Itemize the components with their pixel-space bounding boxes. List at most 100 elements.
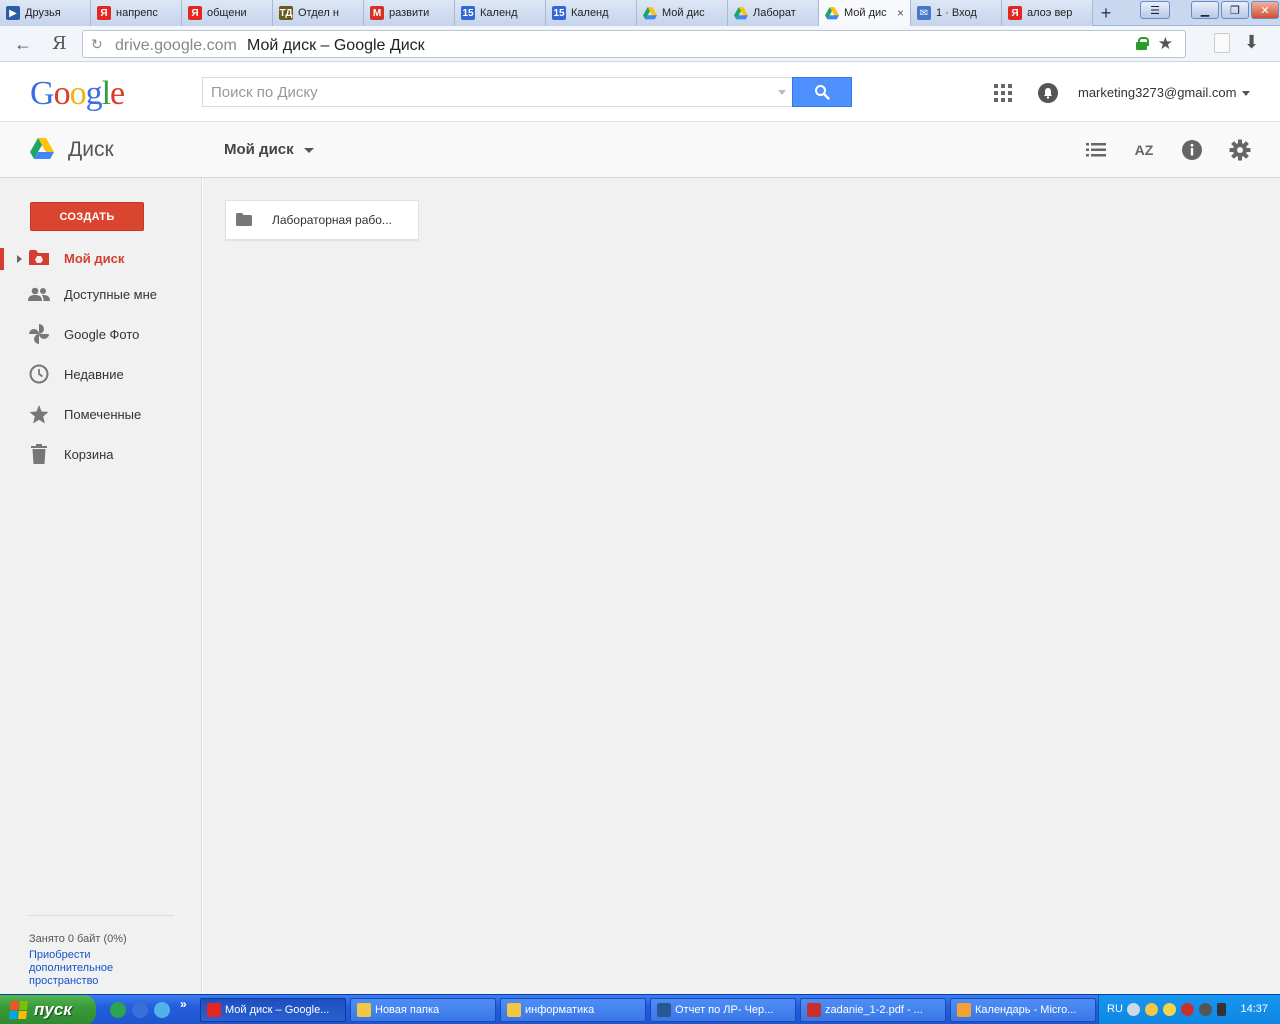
browser-tab[interactable]: ▶ Друзья bbox=[0, 0, 91, 26]
sidebar-item-recent[interactable]: Недавние bbox=[0, 356, 202, 392]
search-input[interactable] bbox=[203, 78, 763, 106]
location-menu[interactable]: Мой диск bbox=[224, 141, 294, 158]
search-options-icon[interactable] bbox=[778, 90, 786, 95]
tab-favicon-icon: ▶ bbox=[6, 6, 20, 20]
sidebar-item-trash[interactable]: Корзина bbox=[0, 436, 202, 472]
sidebar-item-label: Корзина bbox=[64, 446, 114, 462]
tray-app-icon[interactable] bbox=[1145, 1003, 1158, 1016]
restore-button[interactable]: ❐ bbox=[1221, 1, 1249, 19]
minimize-button[interactable]: ▁ bbox=[1191, 1, 1219, 19]
yandex-browser-icon bbox=[207, 1003, 221, 1017]
photos-icon bbox=[28, 323, 50, 345]
new-tab-button[interactable]: + bbox=[1093, 0, 1119, 26]
back-button[interactable]: ← bbox=[14, 34, 32, 55]
task-pdf-document[interactable]: zadanie_1-2.pdf - ... bbox=[800, 998, 946, 1022]
extension-icon[interactable] bbox=[1214, 33, 1230, 53]
tab-title: алоэ вер bbox=[1027, 7, 1073, 19]
task-yandex-browser[interactable]: Мой диск – Google... bbox=[200, 998, 346, 1022]
media-player-icon[interactable] bbox=[132, 1002, 148, 1018]
info-icon[interactable] bbox=[1180, 138, 1204, 162]
browser-tab[interactable]: Мой дис × bbox=[819, 0, 911, 26]
sidebar-item-label: Недавние bbox=[64, 366, 124, 382]
location-caret-icon[interactable] bbox=[304, 148, 314, 153]
browser-menu-button[interactable]: ☰ bbox=[1140, 1, 1170, 19]
bookmark-star-icon[interactable]: ★ bbox=[1158, 34, 1173, 54]
drive-toolbar: Диск Мой диск AZ bbox=[0, 122, 1280, 178]
tray-arrow-icon[interactable] bbox=[1127, 1003, 1140, 1016]
search-button[interactable] bbox=[792, 77, 852, 107]
tab-favicon-icon bbox=[643, 6, 657, 20]
browser-tab[interactable]: Мой дис bbox=[637, 0, 728, 26]
yandex-home-button[interactable]: Я bbox=[52, 33, 67, 54]
pdf-icon bbox=[807, 1003, 821, 1017]
url-field[interactable]: ↻ drive.google.com Мой диск – Google Дис… bbox=[82, 30, 1186, 58]
search-box bbox=[202, 77, 792, 107]
sidebar-item-photos[interactable]: Google Фото bbox=[0, 316, 202, 352]
tab-close-icon[interactable]: × bbox=[897, 6, 904, 20]
task-outlook-calendar[interactable]: Календарь - Micro... bbox=[950, 998, 1096, 1022]
tab-title: Мой дис bbox=[844, 7, 887, 19]
task-word-document[interactable]: Отчет по ЛР- Чер... bbox=[650, 998, 796, 1022]
browser-tab[interactable]: 15 Календ bbox=[455, 0, 546, 26]
task-label: Календарь - Micro... bbox=[975, 1004, 1077, 1016]
download-icon[interactable]: ⬇ bbox=[1244, 32, 1259, 53]
browser-tab[interactable]: Яалоэ вер bbox=[1002, 0, 1093, 26]
folder-icon bbox=[357, 1003, 371, 1017]
address-bar: ← Я ↻ drive.google.com Мой диск – Google… bbox=[0, 26, 1280, 62]
sort-az-icon[interactable]: AZ bbox=[1132, 138, 1156, 162]
tab-favicon-icon: ТД bbox=[279, 6, 293, 20]
tab-favicon-icon bbox=[825, 6, 839, 20]
notifications-bell-icon[interactable] bbox=[1038, 83, 1058, 103]
browser-tab[interactable]: 15 Календ bbox=[546, 0, 637, 26]
tab-title: Календ bbox=[480, 7, 518, 19]
tab-favicon-icon: Я bbox=[1008, 6, 1022, 20]
tray-mail-icon[interactable] bbox=[1163, 1003, 1176, 1016]
list-view-icon[interactable] bbox=[1084, 138, 1108, 162]
search-icon bbox=[815, 85, 830, 100]
reload-icon[interactable]: ↻ bbox=[91, 36, 103, 53]
language-indicator[interactable]: RU bbox=[1107, 1003, 1123, 1015]
task-informatika-folder[interactable]: информатика bbox=[500, 998, 646, 1022]
folder-item[interactable]: Лабораторная рабо... bbox=[225, 200, 419, 240]
skype-icon[interactable] bbox=[154, 1002, 170, 1018]
clock: 14:37 bbox=[1240, 1003, 1268, 1015]
file-list-area: Лабораторная рабо... bbox=[203, 178, 1280, 994]
sidebar-item-starred[interactable]: Помеченные bbox=[0, 396, 202, 432]
create-button[interactable]: СОЗДАТЬ bbox=[30, 202, 144, 231]
close-window-button[interactable]: ✕ bbox=[1251, 1, 1279, 19]
url-host: drive.google.com bbox=[115, 37, 237, 54]
tray-device-icon[interactable] bbox=[1217, 1003, 1226, 1016]
account-caret-icon[interactable] bbox=[1242, 91, 1250, 96]
browser-tab[interactable]: ✉ 1 · Вход bbox=[911, 0, 1002, 26]
browser-tab[interactable]: Mразвити bbox=[364, 0, 455, 26]
calendar-icon bbox=[957, 1003, 971, 1017]
tab-favicon-icon: Я bbox=[97, 6, 111, 20]
system-tray: RU 14:37 bbox=[1098, 995, 1280, 1024]
browser-tab[interactable]: Янапрепс bbox=[91, 0, 182, 26]
sidebar-item-label: Доступные мне bbox=[64, 286, 158, 302]
start-label: пуск bbox=[34, 1000, 72, 1019]
drive-logo-icon[interactable] bbox=[30, 138, 54, 160]
account-email[interactable]: marketing3273@gmail.com bbox=[1078, 85, 1236, 100]
browser-tab[interactable]: ТД Отдел н bbox=[273, 0, 364, 26]
tab-favicon-icon: Я bbox=[188, 6, 202, 20]
browser-tab[interactable]: Лаборат bbox=[728, 0, 819, 26]
task-label: Новая папка bbox=[375, 1004, 440, 1016]
settings-gear-icon[interactable] bbox=[1228, 138, 1252, 162]
start-button[interactable]: пуск bbox=[0, 995, 96, 1024]
buy-storage-link[interactable]: Приобрести дополнительное пространство bbox=[29, 949, 149, 988]
task-new-folder[interactable]: Новая папка bbox=[350, 998, 496, 1022]
sidebar-item-label: Мой диск bbox=[64, 250, 125, 266]
sidebar-item-my-drive[interactable]: Мой диск bbox=[0, 240, 202, 276]
browser-tab[interactable]: Яобщени bbox=[182, 0, 273, 26]
lock-icon bbox=[1136, 37, 1149, 50]
tray-antivirus-icon[interactable] bbox=[1181, 1003, 1194, 1016]
sidebar-item-label: Google Фото bbox=[64, 326, 140, 342]
utorrent-icon[interactable] bbox=[110, 1002, 126, 1018]
folder-name: Лабораторная рабо... bbox=[272, 213, 392, 227]
tray-network-icon[interactable] bbox=[1199, 1003, 1212, 1016]
quick-launch-more-icon[interactable]: » bbox=[180, 997, 187, 1011]
sidebar-item-shared[interactable]: Доступные мне bbox=[0, 276, 202, 312]
google-logo[interactable]: Google bbox=[30, 75, 125, 113]
apps-grid-icon[interactable] bbox=[994, 84, 1012, 102]
